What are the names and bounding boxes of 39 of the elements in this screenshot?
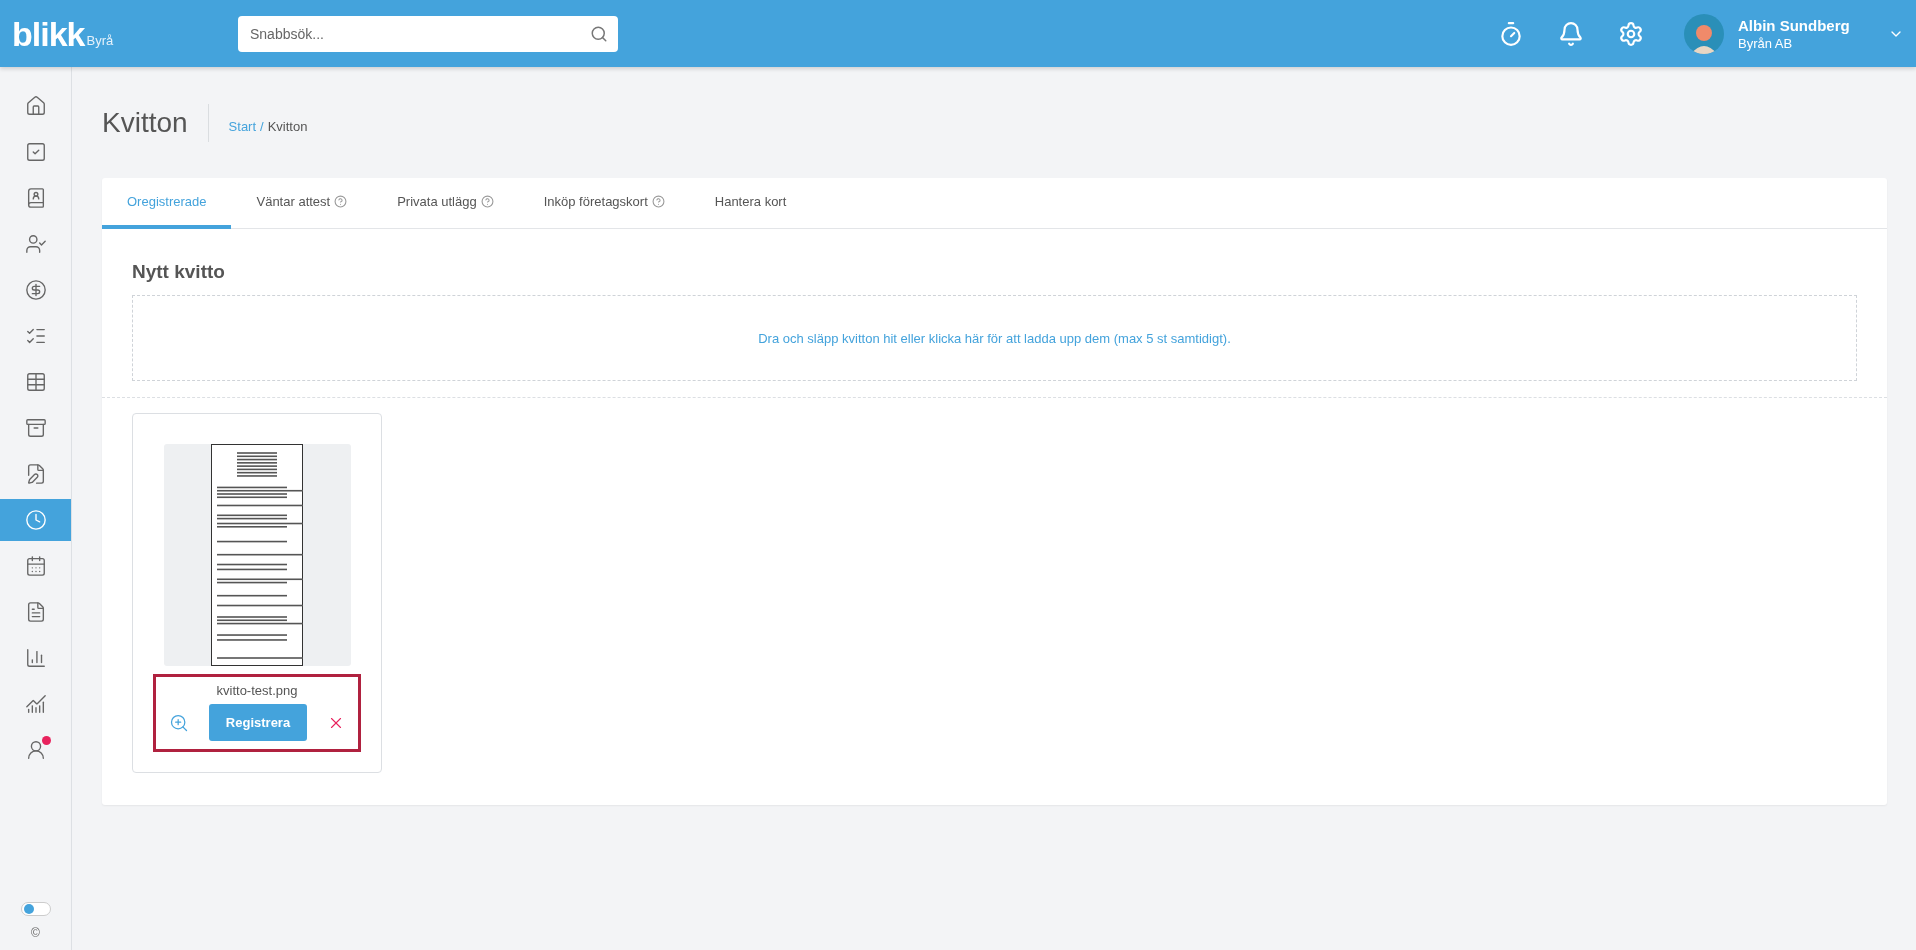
logo-suffix: Byrå (86, 32, 114, 48)
dollar-icon (24, 279, 47, 301)
file-name: kvitto-test.png (216, 683, 298, 698)
company-name: Byrån AB (1738, 35, 1794, 51)
section-heading: Nytt kvitto (132, 261, 226, 283)
user-check-icon (24, 233, 47, 255)
line-chart-icon (24, 693, 47, 715)
table-icon (24, 371, 47, 393)
copyright: © (31, 926, 40, 940)
calendar-icon (24, 555, 47, 577)
bell-icon[interactable] (1558, 20, 1584, 47)
page-title: Kvitton (102, 104, 209, 142)
avatar[interactable] (1684, 13, 1724, 54)
home-icon (24, 95, 47, 117)
breadcrumb-link[interactable]: Start (228, 118, 257, 134)
tab[interactable]: Oregistrerade (102, 178, 232, 229)
search-field[interactable]: Snabbsök... (238, 15, 618, 52)
clock-icon (24, 509, 47, 531)
user-name[interactable]: Albin Sundberg (1738, 16, 1888, 34)
help-icon[interactable] (334, 195, 348, 208)
tab[interactable]: Hantera kort (689, 178, 812, 229)
cabinet-icon (24, 417, 47, 439)
settings-icon[interactable] (1618, 20, 1644, 47)
tab[interactable]: Privata utlägg (372, 178, 519, 229)
tab[interactable]: Inköp företagskort (518, 178, 690, 229)
stopwatch-icon[interactable] (1498, 20, 1524, 47)
search-icon[interactable] (590, 24, 608, 43)
checkbox-icon (24, 141, 47, 163)
zoom-in-icon[interactable] (169, 712, 189, 733)
tab[interactable]: Väntar attest (231, 178, 373, 229)
dropzone[interactable]: Dra och släpp kvitton hit eller klicka här för att ladda upp dem (max 5 st samtidigt). (132, 295, 1857, 381)
logo[interactable]: blikk (12, 16, 85, 51)
toggle-switch[interactable] (20, 902, 51, 916)
register-button[interactable]: Registrera (209, 704, 307, 741)
bar-chart-icon (24, 647, 47, 669)
help-icon[interactable] (651, 195, 665, 208)
breadcrumb-separator: / (260, 118, 264, 134)
breadcrumb-current: Kvitton (267, 118, 308, 134)
help-icon[interactable] (480, 195, 494, 208)
